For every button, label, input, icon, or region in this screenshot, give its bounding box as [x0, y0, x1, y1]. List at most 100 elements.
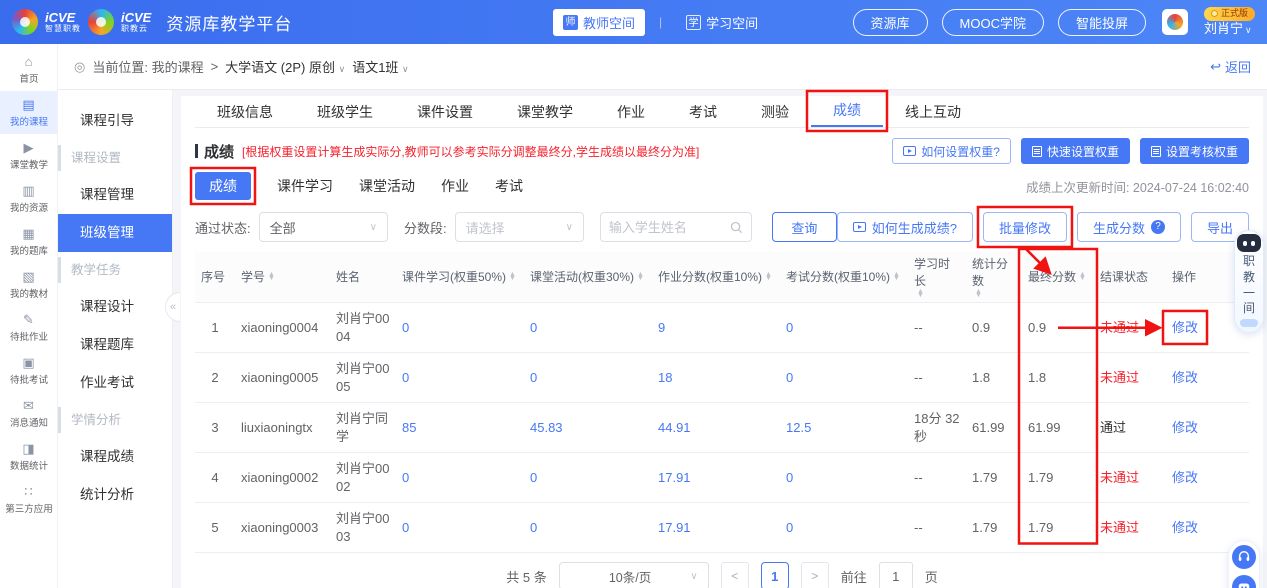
- tab-classroom-teaching[interactable]: 课堂教学: [495, 97, 595, 127]
- menu-class-management[interactable]: 班级管理: [58, 214, 172, 252]
- customer-service-button[interactable]: [1232, 545, 1256, 569]
- tab-homework[interactable]: 作业: [595, 97, 667, 127]
- score-link-courseware-row2[interactable]: 0: [402, 370, 409, 385]
- menu-course-management[interactable]: 课程管理: [58, 176, 172, 214]
- sidebar-item-my-textbooks[interactable]: ▧我的教材: [0, 263, 57, 306]
- sidebar-item-home[interactable]: ⌂首页: [0, 48, 57, 91]
- col-exam[interactable]: 考试分数(权重10%)▲▼: [780, 252, 908, 302]
- subtab-class-activity[interactable]: 课堂活动: [359, 176, 415, 196]
- score-link-activity-row1[interactable]: 0: [530, 320, 537, 335]
- subtab-grades[interactable]: 成绩: [195, 172, 251, 200]
- topbar-pill-resource-library[interactable]: 资源库: [853, 9, 928, 36]
- status-select[interactable]: 全部 ∨: [259, 212, 388, 242]
- table-row: 3liuxiaoningtx刘肖宁同学8545.8344.9112.518分 3…: [195, 403, 1249, 453]
- next-page-button[interactable]: >: [801, 562, 829, 588]
- col-courseware[interactable]: 课件学习(权重50%)▲▼: [396, 252, 524, 302]
- quick-set-weight-button[interactable]: 快速设置权重: [1021, 138, 1130, 164]
- score-range-select[interactable]: 请选择 ∨: [455, 212, 584, 242]
- sidebar-item-pending-homework[interactable]: ✎待批作业: [0, 306, 57, 349]
- set-assess-weight-button[interactable]: 设置考核权重: [1140, 138, 1249, 164]
- sidebar-item-classroom-teaching[interactable]: ▶课堂教学: [0, 134, 57, 177]
- how-set-weight-button[interactable]: 如何设置权重?: [892, 138, 1011, 164]
- prev-page-button[interactable]: <: [721, 562, 749, 588]
- score-link-exam-row4[interactable]: 0: [786, 470, 793, 485]
- score-link-activity-row2[interactable]: 0: [530, 370, 537, 385]
- tab-exam[interactable]: 考试: [667, 97, 739, 127]
- sidebar-item-notifications[interactable]: ✉消息通知: [0, 392, 57, 435]
- score-link-exam-row5[interactable]: 0: [786, 520, 793, 535]
- class-dropdown[interactable]: 语文1班 ∨: [352, 57, 408, 76]
- menu-course-guide[interactable]: 课程引导: [58, 102, 172, 140]
- col-status: 结课状态: [1094, 252, 1166, 302]
- app-launcher-icon[interactable]: [1162, 9, 1188, 35]
- how-generate-button[interactable]: 如何生成成绩?: [837, 212, 973, 242]
- modify-link-row4[interactable]: 修改: [1172, 470, 1198, 485]
- col-homework[interactable]: 作业分数(权重10%)▲▼: [652, 252, 780, 302]
- modify-link-row5[interactable]: 修改: [1172, 520, 1198, 535]
- generate-score-button[interactable]: 生成分数?: [1077, 212, 1181, 242]
- user-block[interactable]: 正式版 刘肖宁∨: [1204, 7, 1255, 37]
- score-link-homework-row4[interactable]: 17.91: [658, 470, 691, 485]
- col-final_score[interactable]: 最终分数▲▼: [1022, 252, 1094, 302]
- sidebar-item-my-resources[interactable]: ▥我的资源: [0, 177, 57, 220]
- score-link-exam-row1[interactable]: 0: [786, 320, 793, 335]
- assistant-widget[interactable]: 职教一间: [1234, 230, 1264, 333]
- tab-online-interaction[interactable]: 线上互动: [883, 97, 983, 127]
- menu-homework-exam[interactable]: 作业考试: [58, 364, 172, 402]
- score-link-homework-row2[interactable]: 18: [658, 370, 672, 385]
- menu-statistical-analysis[interactable]: 统计分析: [58, 476, 172, 514]
- course-dropdown[interactable]: 大学语文 (2P) 原创 ∨: [225, 57, 345, 76]
- batch-edit-button[interactable]: 批量修改: [983, 212, 1067, 242]
- message-icon: ✉: [23, 399, 34, 412]
- tab-class-students[interactable]: 班级学生: [295, 97, 395, 127]
- cell-stat_score-row4: 1.79: [966, 465, 1022, 491]
- topbar-pill-smart-casting[interactable]: 智能投屏: [1058, 9, 1146, 36]
- sidebar-item-data-statistics[interactable]: ◨数据统计: [0, 435, 57, 478]
- score-link-exam-row2[interactable]: 0: [786, 370, 793, 385]
- user-name[interactable]: 刘肖宁∨: [1204, 21, 1252, 37]
- query-button[interactable]: 查询: [772, 212, 837, 242]
- subtab-courseware-study[interactable]: 课件学习: [277, 176, 333, 196]
- per-page-select[interactable]: 10条/页 ∨: [559, 562, 709, 588]
- tab-class-info[interactable]: 班级信息: [195, 97, 295, 127]
- sidebar-item-third-party-apps[interactable]: ∷第三方应用: [0, 478, 57, 521]
- menu-course-grades[interactable]: 课程成绩: [58, 438, 172, 476]
- goto-page-input[interactable]: [879, 562, 913, 588]
- nav-teacher-space[interactable]: 师教师空间: [553, 9, 645, 36]
- score-link-activity-row4[interactable]: 0: [530, 470, 537, 485]
- col-stat_score[interactable]: 统计分数▲▼: [966, 252, 1022, 302]
- menu-course-design[interactable]: 课程设计: [58, 288, 172, 326]
- nav-learning-space[interactable]: 学学习空间: [676, 9, 768, 36]
- score-link-homework-row5[interactable]: 17.91: [658, 520, 691, 535]
- student-search-input[interactable]: [609, 220, 724, 235]
- score-link-courseware-row3[interactable]: 85: [402, 420, 416, 435]
- score-link-activity-row3[interactable]: 45.83: [530, 420, 563, 435]
- score-link-courseware-row5[interactable]: 0: [402, 520, 409, 535]
- sidebar-item-my-question-bank[interactable]: ▦我的题库: [0, 220, 57, 263]
- breadcrumb-label: 当前位置: 我的课程: [92, 57, 203, 76]
- tab-quiz[interactable]: 测验: [739, 97, 811, 127]
- score-link-homework-row3[interactable]: 44.91: [658, 420, 691, 435]
- current-page[interactable]: 1: [761, 562, 789, 588]
- tab-grades[interactable]: 成绩: [811, 95, 883, 127]
- back-button[interactable]: ↩返回: [1210, 57, 1251, 76]
- score-link-exam-row3[interactable]: 12.5: [786, 420, 811, 435]
- col-duration[interactable]: 学习时长▲▼: [908, 252, 966, 302]
- topbar-pill-mooc-academy[interactable]: MOOC学院: [942, 9, 1044, 36]
- modify-link-row3[interactable]: 修改: [1172, 420, 1198, 435]
- modify-link-row1[interactable]: 修改: [1172, 320, 1198, 335]
- col-student_id[interactable]: 学号▲▼: [235, 252, 330, 302]
- score-link-courseware-row4[interactable]: 0: [402, 470, 409, 485]
- menu-course-question-bank[interactable]: 课程题库: [58, 326, 172, 364]
- tab-courseware-settings[interactable]: 课件设置: [395, 97, 495, 127]
- subtab-homework[interactable]: 作业: [441, 176, 469, 196]
- col-activity[interactable]: 课堂活动(权重30%)▲▼: [524, 252, 652, 302]
- feedback-button[interactable]: [1232, 575, 1256, 588]
- subtab-exam[interactable]: 考试: [495, 176, 523, 196]
- score-link-activity-row5[interactable]: 0: [530, 520, 537, 535]
- score-link-courseware-row1[interactable]: 0: [402, 320, 409, 335]
- modify-link-row2[interactable]: 修改: [1172, 370, 1198, 385]
- score-link-homework-row1[interactable]: 9: [658, 320, 665, 335]
- sidebar-item-pending-exams[interactable]: ▣待批考试: [0, 349, 57, 392]
- sidebar-item-my-courses[interactable]: ▤我的课程: [0, 91, 57, 134]
